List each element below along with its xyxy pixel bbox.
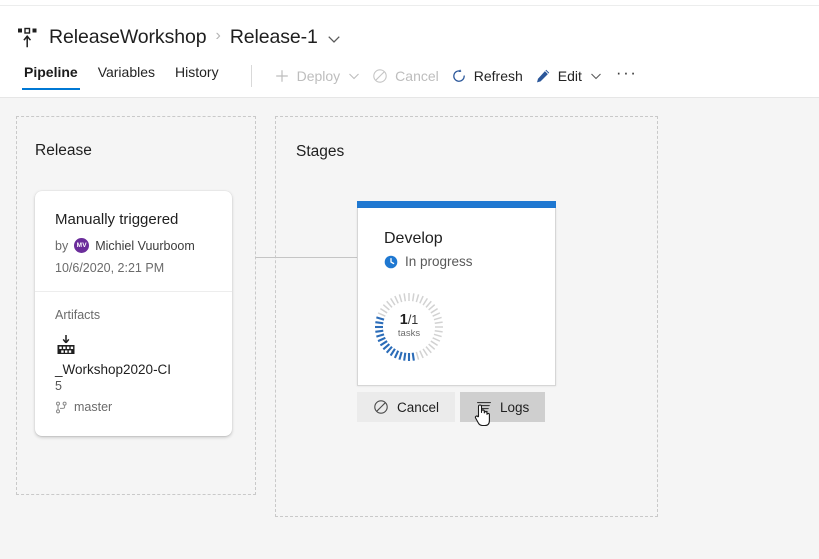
branch-icon	[56, 401, 67, 413]
progress-total: 1	[411, 313, 419, 327]
stage-name: Develop	[384, 230, 443, 247]
edit-button[interactable]: Edit	[529, 62, 608, 90]
chevron-down-icon	[591, 73, 601, 80]
refresh-label: Refresh	[473, 68, 523, 84]
release-author-row: by MV Michiel Vuurboom	[55, 238, 212, 253]
stage-cancel-label: Cancel	[397, 399, 440, 415]
artifact-branch-row: master	[55, 400, 212, 414]
tab-history-label: History	[175, 64, 219, 80]
deploy-button[interactable]: Deploy	[268, 62, 367, 90]
chevron-down-icon	[349, 73, 360, 80]
release-author-name: Michiel Vuurboom	[95, 238, 195, 253]
edit-label: Edit	[557, 68, 582, 84]
cancel-button[interactable]: Cancel	[366, 62, 445, 90]
pencil-icon	[536, 69, 549, 83]
tab-history[interactable]: History	[165, 60, 229, 94]
stage-accent-bar	[357, 201, 556, 208]
breadcrumb: ReleaseWorkshop › Release-1	[16, 20, 341, 54]
artifact-version: 5	[55, 379, 62, 393]
logs-icon	[477, 402, 492, 412]
stage-progress-spinner: 1/1 tasks	[372, 290, 446, 364]
chevron-down-icon[interactable]	[327, 32, 341, 46]
release-card[interactable]: Manually triggered by MV Michiel Vuurboo…	[35, 191, 232, 436]
refresh-icon	[452, 69, 465, 82]
cancel-circle-icon	[373, 69, 387, 83]
stage-logs-button[interactable]: Logs	[460, 392, 546, 422]
page-root: ReleaseWorkshop › Release-1 Pipeline Var…	[0, 0, 819, 559]
build-artifact-icon	[57, 335, 75, 354]
progress-count: 1/1	[399, 312, 419, 328]
release-group-title: Release	[35, 142, 92, 159]
tab-pipeline-label: Pipeline	[24, 64, 78, 80]
progress-completed: 1	[399, 312, 408, 328]
tab-variables-label: Variables	[97, 64, 156, 80]
cancel-label: Cancel	[395, 68, 439, 84]
release-date: 10/6/2020, 2:21 PM	[55, 261, 165, 275]
tab-variables[interactable]: Variables	[88, 60, 165, 94]
release-trigger-label: Manually triggered	[55, 211, 179, 228]
stage-status-label: In progress	[405, 254, 473, 269]
in-progress-icon	[384, 255, 398, 268]
stage-logs-label: Logs	[500, 399, 530, 415]
refresh-button[interactable]: Refresh	[445, 62, 529, 90]
stage-cancel-button[interactable]: Cancel	[357, 392, 456, 422]
pipeline-canvas: Release Stages Manually triggered by MV …	[0, 98, 819, 559]
avatar: MV	[74, 238, 90, 253]
artifact-branch-name: master	[74, 400, 113, 414]
plus-icon	[275, 70, 288, 82]
toolbar-divider	[250, 65, 252, 87]
release-card-summary: Manually triggered by MV Michiel Vuurboo…	[35, 191, 232, 292]
deploy-label: Deploy	[296, 68, 341, 84]
release-pipeline-icon	[18, 27, 37, 48]
release-card-artifacts: Artifacts _Workshop2020-CI 5 master	[35, 292, 232, 436]
breadcrumb-project[interactable]: ReleaseWorkshop	[49, 26, 207, 49]
stage-status-row: In progress	[384, 254, 533, 269]
tab-pipeline[interactable]: Pipeline	[14, 60, 88, 94]
stage-action-buttons: Cancel Logs	[357, 392, 546, 422]
breadcrumb-separator: ›	[215, 27, 221, 44]
breadcrumb-current[interactable]: Release-1	[230, 26, 318, 49]
tab-toolbar-row: Pipeline Variables History Deploy Cancel…	[0, 60, 819, 98]
by-label: by	[55, 238, 69, 253]
more-commands-button[interactable]: ···	[608, 64, 645, 87]
progress-label: tasks	[397, 328, 421, 339]
page-header: ReleaseWorkshop › Release-1 Pipeline Var…	[0, 6, 819, 98]
command-toolbar: Deploy Cancel Refresh Edit ···	[250, 61, 646, 91]
artifacts-label: Artifacts	[55, 308, 101, 322]
artifact-name[interactable]: _Workshop2020-CI	[55, 362, 212, 377]
tab-list: Pipeline Variables History	[0, 60, 229, 98]
cancel-circle-icon	[374, 400, 388, 414]
stage-card-header: Develop In progress	[358, 208, 555, 269]
progress-text: 1/1 tasks	[372, 290, 446, 364]
stages-group-title: Stages	[296, 143, 345, 160]
release-to-stage-connector	[255, 257, 358, 258]
